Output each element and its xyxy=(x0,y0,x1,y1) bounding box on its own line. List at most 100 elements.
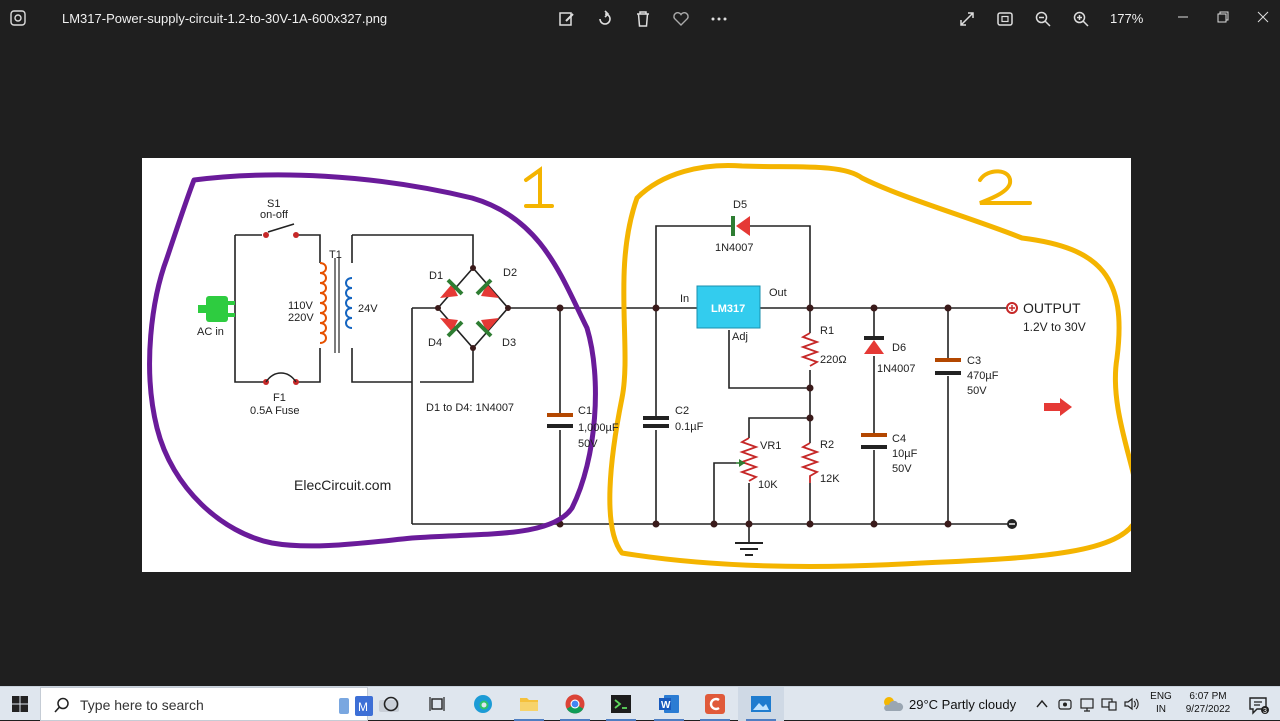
section-1-handwriting xyxy=(524,166,554,208)
word-button[interactable]: W xyxy=(646,687,692,721)
edit-icon xyxy=(559,12,574,26)
delete-icon xyxy=(637,11,649,27)
zoom-level[interactable]: 177% xyxy=(1110,11,1143,26)
task-view-button[interactable] xyxy=(414,687,460,721)
volume-icon[interactable] xyxy=(1123,696,1139,712)
close-icon xyxy=(1257,11,1269,23)
zoom-out-button[interactable] xyxy=(1032,8,1054,30)
d6-part: 1N4007 xyxy=(877,363,916,375)
r2-label: R2 xyxy=(820,439,834,451)
primary-v1: 110V xyxy=(288,300,314,312)
photos-button[interactable] xyxy=(738,687,784,721)
edit-button[interactable] xyxy=(556,8,578,30)
fit-window-button[interactable] xyxy=(994,8,1016,30)
output-label: OUTPUT xyxy=(1023,300,1081,316)
chrome-icon xyxy=(565,694,585,714)
vr1-label: VR1 xyxy=(760,440,781,452)
taskbar-search-box[interactable]: Type here to search M xyxy=(40,687,399,721)
zoom-in-icon xyxy=(1073,11,1089,27)
svg-text:M: M xyxy=(358,700,368,714)
c2-value: 0.1µF xyxy=(675,421,704,433)
c2-label: C2 xyxy=(675,405,689,417)
d1-label: D1 xyxy=(429,270,443,282)
weather-icon xyxy=(884,697,904,711)
notification-icon[interactable]: 3 xyxy=(1246,693,1270,717)
start-button[interactable] xyxy=(0,687,40,721)
edge-icon xyxy=(474,695,492,713)
zoom-out-icon xyxy=(1035,11,1051,27)
edge-button[interactable] xyxy=(460,687,506,721)
more-icon xyxy=(711,17,727,21)
fuse-sub: 0.5A Fuse xyxy=(250,405,300,417)
reg-in-label: In xyxy=(680,293,689,305)
zoom-in-button[interactable] xyxy=(1070,8,1092,30)
photos-app-icon xyxy=(10,10,26,26)
language-bottom: IN xyxy=(1156,704,1166,715)
d4-label: D4 xyxy=(428,337,442,349)
clock-date: 9/27/2022 xyxy=(1185,704,1231,715)
c1-value: 1,000µF xyxy=(578,422,619,434)
terminal-app-icon xyxy=(611,695,631,713)
c4-volt: 50V xyxy=(892,463,912,475)
word-icon: W xyxy=(659,695,679,713)
full-screen-button[interactable] xyxy=(956,8,978,30)
favorite-icon xyxy=(673,12,689,26)
c4-value: 10µF xyxy=(892,448,918,460)
output-range: 1.2V to 30V xyxy=(1023,320,1086,334)
terminal-app-button[interactable] xyxy=(598,687,644,721)
monitor-icon[interactable] xyxy=(1101,696,1117,712)
vr1-value: 10K xyxy=(758,479,778,491)
favorite-button[interactable] xyxy=(670,8,692,30)
reg-name: LM317 xyxy=(711,303,745,315)
more-options-button[interactable] xyxy=(708,8,730,30)
full-screen-icon xyxy=(960,12,974,26)
restore-icon xyxy=(1217,11,1229,23)
cortana-button[interactable] xyxy=(368,687,414,721)
close-button[interactable] xyxy=(1240,0,1280,34)
rotate-button[interactable] xyxy=(594,8,616,30)
file-explorer-button[interactable] xyxy=(506,687,552,721)
windows-icon xyxy=(12,696,28,712)
c4-label: C4 xyxy=(892,433,906,445)
language-top: ENG xyxy=(1150,691,1172,702)
network-icon[interactable] xyxy=(1079,696,1095,712)
d2-label: D2 xyxy=(503,267,517,279)
taskbar: Type here to search M W 29°C Partly clou… xyxy=(0,686,1280,721)
delete-button[interactable] xyxy=(632,8,654,30)
fit-window-icon xyxy=(997,12,1013,26)
r1-label: R1 xyxy=(820,325,834,337)
c3-label: C3 xyxy=(967,355,981,367)
reg-out-label: Out xyxy=(769,287,787,299)
language-indicator[interactable]: ENG IN xyxy=(1148,690,1174,716)
d6-label: D6 xyxy=(892,342,906,354)
c1-volt: 50V xyxy=(578,438,598,450)
title-bar: LM317-Power-supply-circuit-1.2-to-30V-1A… xyxy=(0,0,1280,38)
ac-in-label: AC in xyxy=(197,326,224,338)
r2-value: 12K xyxy=(820,473,840,485)
secondary-v: 24V xyxy=(358,303,378,315)
credit-text: ElecCircuit.com xyxy=(294,477,391,493)
weather-text[interactable]: 29°C Partly cloudy xyxy=(909,697,1016,712)
photos-icon xyxy=(751,696,771,712)
red-app-button[interactable] xyxy=(692,687,738,721)
red-app-icon xyxy=(705,694,725,714)
c3-value: 470µF xyxy=(967,370,999,382)
meet-now-icon[interactable] xyxy=(1057,696,1073,712)
cortana-icon xyxy=(383,696,399,712)
d5-label: D5 xyxy=(733,199,747,211)
chevron-up-icon[interactable] xyxy=(1036,698,1048,710)
file-explorer-icon xyxy=(520,698,538,711)
search-placeholder: Type here to search xyxy=(80,697,204,713)
clock[interactable]: 6:07 PM 9/27/2022 xyxy=(1180,690,1236,716)
rotate-icon xyxy=(599,10,611,25)
diode-note: D1 to D4: 1N4007 xyxy=(426,402,514,414)
primary-v2: 220V xyxy=(288,312,314,324)
file-name-title: LM317-Power-supply-circuit-1.2-to-30V-1A… xyxy=(62,11,388,26)
c1-label: C1 xyxy=(578,405,592,417)
svg-text:3: 3 xyxy=(1263,708,1267,715)
r1-value: 220Ω xyxy=(820,354,847,366)
svg-text:W: W xyxy=(661,700,671,711)
fuse-label: F1 xyxy=(273,392,286,404)
chrome-button[interactable] xyxy=(552,687,598,721)
circuit-image: S1 on-off T1 110V 220V 24V AC in F1 0.5A… xyxy=(142,158,1131,572)
